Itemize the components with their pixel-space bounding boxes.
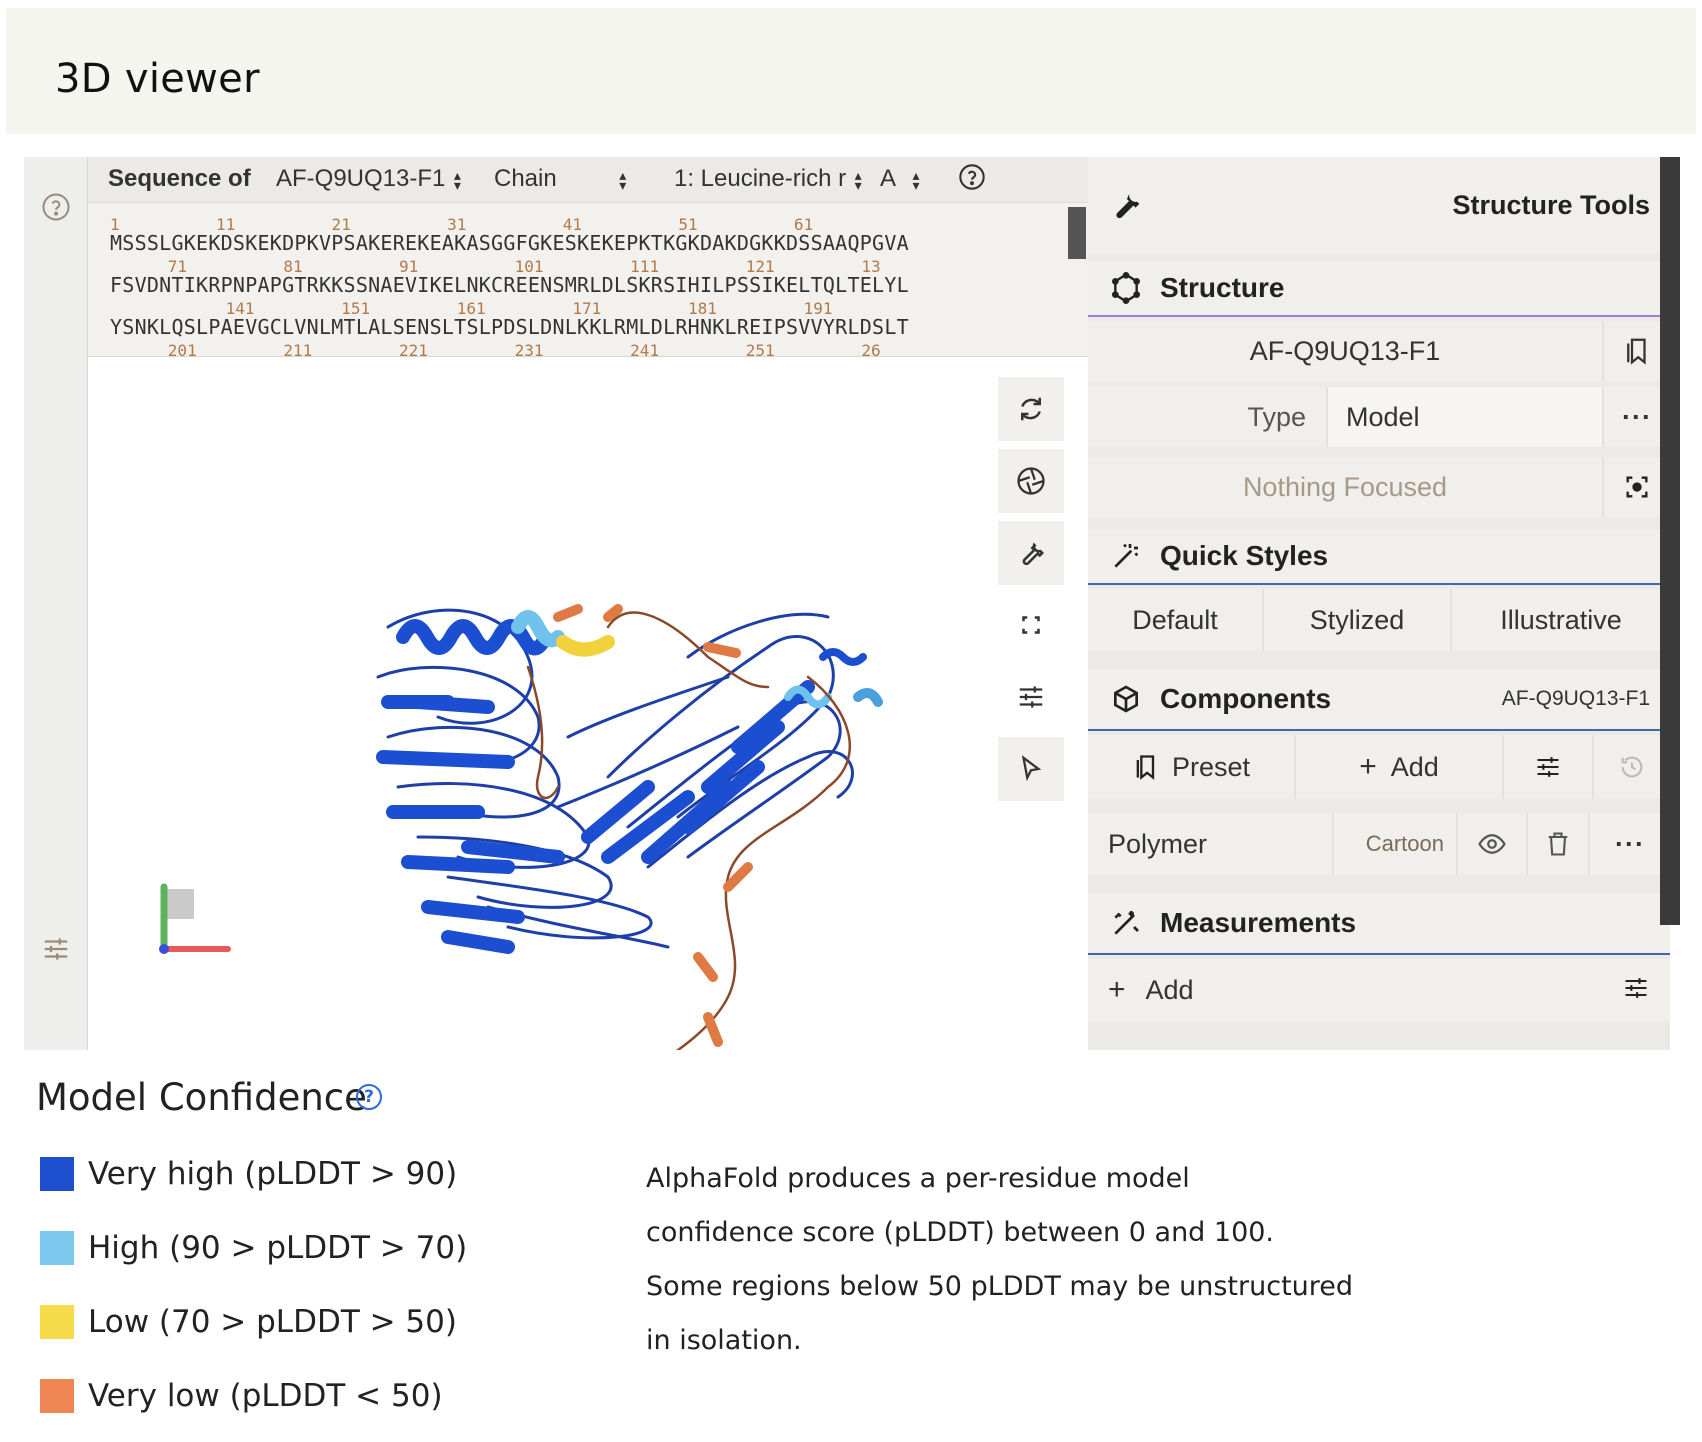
swatch-very-low	[40, 1379, 74, 1413]
components-entry: AF-Q9UQ13-F1	[1501, 687, 1650, 710]
reset-camera-icon[interactable]	[998, 377, 1064, 441]
history-icon	[1594, 735, 1670, 799]
tools-scrollbar[interactable]	[1660, 157, 1680, 925]
structure-gear-icon	[1108, 270, 1144, 306]
add-measurement-button[interactable]: Add	[1146, 975, 1194, 1006]
eye-icon[interactable]	[1458, 813, 1528, 875]
sequence-line: 141 151 161 171 181 191 YSNKLQSLPAEVGCLV…	[110, 299, 1070, 341]
swatch-very-high	[40, 1157, 74, 1191]
quick-styles-title: Quick Styles	[1160, 540, 1329, 571]
settings-sliders-icon[interactable]	[1622, 974, 1650, 1006]
residue-letters[interactable]: MSSSLGKEKDSKEKDPKVPSAKEREKEAKASGGFGKESKE…	[110, 231, 909, 255]
settings-sliders-icon[interactable]	[998, 665, 1064, 729]
components-title: Components	[1160, 683, 1332, 714]
type-label: Type	[1088, 387, 1328, 447]
sequence-line: 201 211 221 231 241 251 26	[110, 341, 1070, 357]
legend-item: Very high (pLDDT > 90)	[40, 1154, 457, 1194]
style-illustrative-button[interactable]: Illustrative	[1452, 589, 1670, 651]
add-component-button[interactable]: + Add	[1296, 735, 1504, 799]
magic-wand-icon	[1108, 538, 1144, 574]
components-header[interactable]: Components AF-Q9UQ13-F1	[1088, 669, 1670, 731]
left-toolbar	[24, 157, 88, 1050]
bookmark-icon	[1136, 755, 1155, 780]
settings-sliders-icon[interactable]	[40, 933, 72, 965]
sequence-panel: Sequence of AF-Q9UQ13-F1 ▴ ▾ Chain ▴ ▾ 1: Le…	[88, 157, 1088, 357]
structure-canvas[interactable]	[88, 357, 1088, 1066]
cube-icon	[1108, 681, 1144, 717]
swatch-high	[40, 1231, 74, 1265]
entity-select[interactable]: 1: Leucine-rich r ▴ ▾	[674, 165, 864, 193]
viewport-controls	[998, 377, 1064, 809]
style-stylized-button[interactable]: Stylized	[1264, 589, 1452, 651]
structure-tools-header: Structure Tools	[1088, 157, 1670, 253]
expand-icon[interactable]	[998, 593, 1064, 657]
focus-status: Nothing Focused	[1088, 457, 1604, 517]
sequence-line: 71 81 91 101 111 121 13 FSVDNTIKRPNPAPGT…	[110, 257, 1070, 299]
measurements-actions-row: + Add	[1088, 959, 1670, 1021]
select-arrows-icon: ▴ ▾	[912, 166, 920, 193]
residue-letters[interactable]: FSVDNTIKRPNPAPGTRKKSSNAEVIKELNKCREENSMRL…	[110, 273, 909, 297]
trash-icon[interactable]	[1528, 813, 1590, 875]
more-options-icon[interactable]: ···	[1590, 813, 1670, 875]
structure-section-title: Structure	[1160, 272, 1285, 303]
sequence-label: Sequence of	[108, 165, 251, 192]
model-confidence-legend: Model Confidence ? Very high (pLDDT > 90…	[36, 1076, 1676, 1442]
polymer-label[interactable]: Polymer	[1088, 813, 1334, 875]
structure-tools-title: Structure Tools	[1452, 189, 1650, 220]
legend-item: Very low (pLDDT < 50)	[40, 1376, 443, 1416]
components-actions-row: Preset + Add	[1088, 735, 1670, 799]
legend-item: Low (70 > pLDDT > 50)	[40, 1302, 457, 1342]
select-arrows-icon: ▴ ▾	[619, 166, 627, 193]
preset-button[interactable]: Preset	[1088, 735, 1296, 799]
legend-item: High (90 > pLDDT > 70)	[40, 1228, 467, 1268]
plus-icon: +	[1359, 750, 1377, 783]
structure-entry[interactable]: AF-Q9UQ13-F1	[1088, 321, 1604, 381]
residue-letters[interactable]: YSNKLQSLPAEVGCLVNLMTLALSENSLTSLPDSLDNLKK…	[110, 315, 909, 339]
measure-wand-icon	[1108, 905, 1144, 941]
sequence-text[interactable]: 1 11 21 31 41 51 61 MSSSLGKEKDSKEKDPKVPS…	[110, 215, 1070, 357]
structure-entry-row: AF-Q9UQ13-F1	[1088, 321, 1670, 381]
legend-description: AlphaFold produces a per-residue model c…	[646, 1163, 1354, 1356]
style-default-button[interactable]: Default	[1088, 589, 1264, 651]
measurements-title: Measurements	[1160, 907, 1357, 938]
wrench-icon[interactable]	[998, 521, 1064, 585]
wrench-icon	[1108, 187, 1144, 223]
settings-sliders-icon[interactable]	[1504, 735, 1594, 799]
structure-section-header[interactable]: Structure	[1088, 261, 1670, 317]
quick-styles-header[interactable]: Quick Styles	[1088, 529, 1670, 585]
select-arrows-icon: ▴ ▾	[453, 166, 461, 193]
sequence-scrollbar[interactable]	[1068, 207, 1086, 259]
page-header: 3D viewer	[6, 8, 1696, 134]
plus-icon: +	[1108, 973, 1126, 1006]
legend-title: Model Confidence	[36, 1076, 367, 1119]
page-title: 3D viewer	[55, 56, 260, 102]
type-row: Type Model ···	[1088, 387, 1670, 447]
measurements-header[interactable]: Measurements	[1088, 893, 1670, 955]
sequence-line: 1 11 21 31 41 51 61 MSSSLGKEKDSKEKDPKVPS…	[110, 215, 1070, 257]
sequence-help-icon[interactable]	[958, 163, 986, 198]
entry-select[interactable]: AF-Q9UQ13-F1 ▴ ▾	[276, 165, 463, 193]
protein-structure-render	[159, 604, 883, 1066]
select-arrows-icon: ▴ ▾	[854, 166, 862, 193]
swatch-low	[40, 1305, 74, 1339]
residue-numbers: 201 211 221 231 241 251 26	[110, 341, 881, 357]
molstar-viewer[interactable]: Sequence of AF-Q9UQ13-F1 ▴ ▾ Chain ▴ ▾ 1: Le…	[24, 157, 1680, 1066]
type-value[interactable]: Model	[1328, 387, 1604, 447]
sequence-controls: Sequence of AF-Q9UQ13-F1 ▴ ▾ Chain ▴ ▾ 1: Le…	[88, 157, 1088, 203]
screenshot-aperture-icon[interactable]	[998, 449, 1064, 513]
chain-mode-select[interactable]: Chain ▴ ▾	[494, 165, 629, 193]
help-circle-icon[interactable]	[40, 191, 72, 223]
structure-tools-panel: Structure Tools Structure AF-Q9UQ13-F1 T…	[1088, 157, 1670, 1050]
polymer-component-row: Polymer Cartoon ···	[1088, 813, 1670, 875]
chain-select[interactable]: A ▴ ▾	[880, 165, 922, 193]
axes-gizmo	[159, 883, 231, 954]
selection-cursor-icon[interactable]	[998, 737, 1064, 801]
quick-styles-row: Default Stylized Illustrative	[1088, 589, 1670, 651]
help-icon[interactable]: ?	[356, 1084, 382, 1110]
polymer-representation[interactable]: Cartoon	[1334, 813, 1458, 875]
focus-row: Nothing Focused	[1088, 457, 1670, 517]
